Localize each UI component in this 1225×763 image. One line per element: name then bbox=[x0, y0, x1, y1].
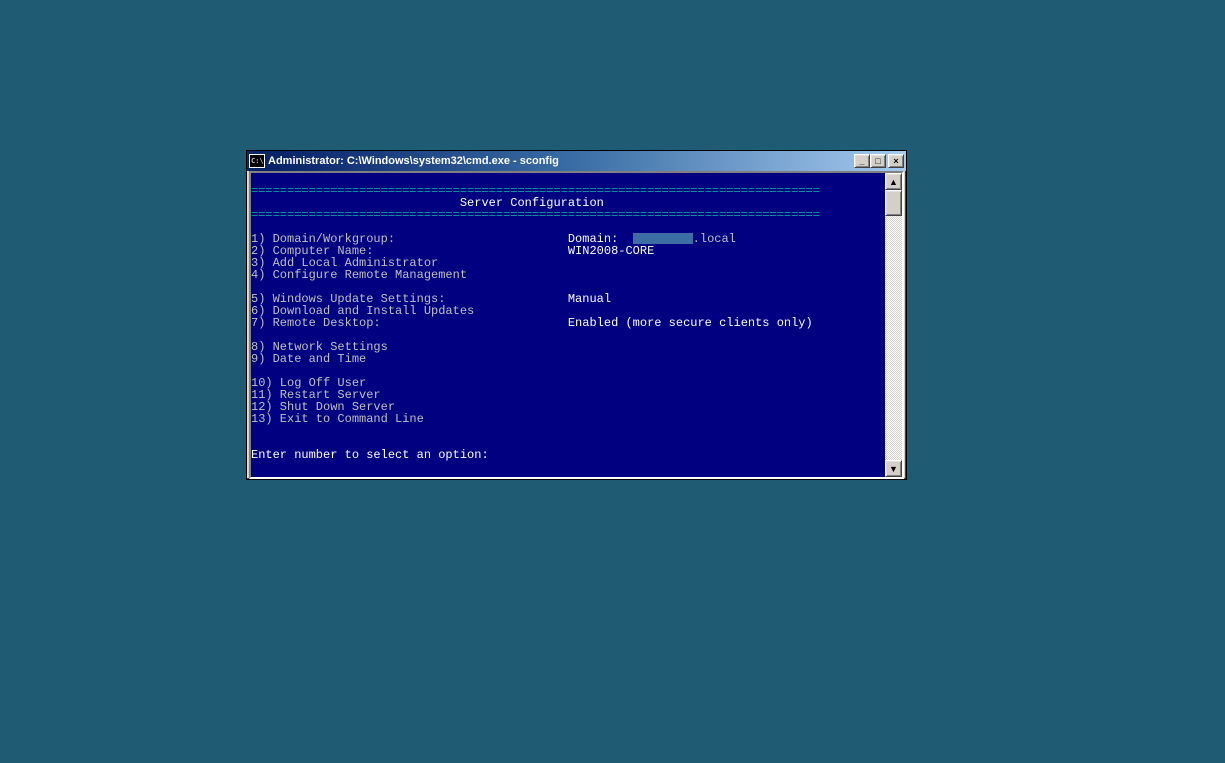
menu-item-13: 13) Exit to Command Line bbox=[251, 412, 568, 426]
menu-value-1-suffix: .local bbox=[693, 232, 736, 246]
menu-value-5: Manual bbox=[568, 292, 611, 306]
redacted-domain bbox=[633, 233, 693, 244]
scroll-thumb[interactable] bbox=[885, 190, 902, 216]
window-title: Administrator: C:\Windows\system32\cmd.e… bbox=[268, 155, 854, 167]
titlebar[interactable]: C:\ Administrator: C:\Windows\system32\c… bbox=[247, 151, 906, 171]
rule-bottom: ========================================… bbox=[251, 208, 820, 222]
menu-item-9: 9) Date and Time bbox=[251, 352, 568, 366]
window-controls: _ □ × bbox=[854, 154, 904, 168]
scroll-down-button[interactable]: ▼ bbox=[885, 460, 902, 477]
prompt-label: Enter number to select an option: bbox=[251, 448, 489, 462]
maximize-button[interactable]: □ bbox=[870, 154, 886, 168]
scroll-track[interactable] bbox=[885, 190, 902, 460]
console-area: ========================================… bbox=[249, 171, 904, 479]
scroll-up-button[interactable]: ▲ bbox=[885, 173, 902, 190]
minimize-button[interactable]: _ bbox=[854, 154, 870, 168]
cmd-window: C:\ Administrator: C:\Windows\system32\c… bbox=[246, 150, 907, 480]
menu-item-4: 4) Configure Remote Management bbox=[251, 268, 568, 282]
console-output[interactable]: ========================================… bbox=[251, 173, 885, 477]
menu-value-7: Enabled (more secure clients only) bbox=[568, 316, 813, 330]
menu-item-7: 7) Remote Desktop: bbox=[251, 316, 568, 330]
menu-value-2: WIN2008-CORE bbox=[568, 244, 654, 258]
close-button[interactable]: × bbox=[888, 154, 904, 168]
cmd-icon: C:\ bbox=[249, 154, 265, 168]
vertical-scrollbar: ▲ ▼ bbox=[885, 173, 902, 477]
